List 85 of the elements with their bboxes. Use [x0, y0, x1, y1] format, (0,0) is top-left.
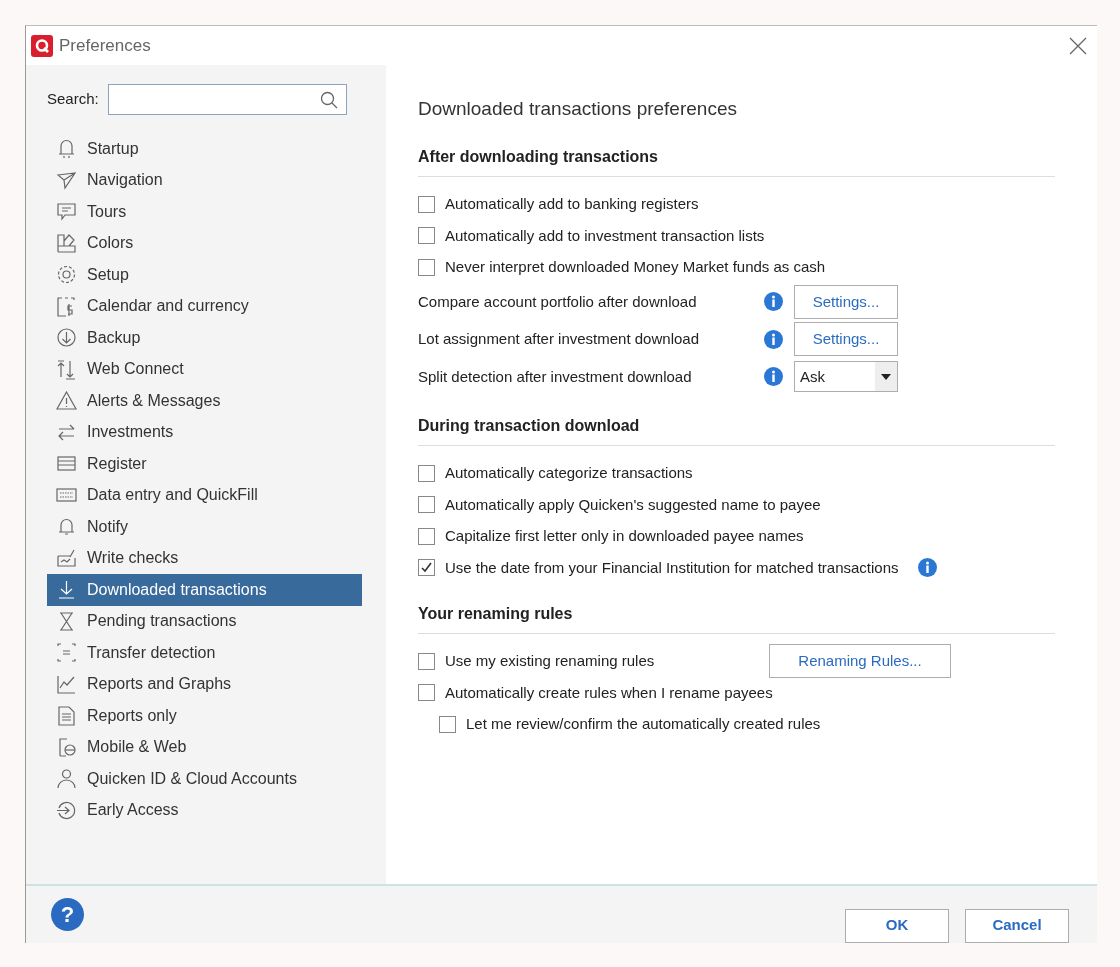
- sidebar-item[interactable]: Reports and Graphs: [47, 668, 362, 700]
- sidebar-item[interactable]: Navigation: [47, 164, 362, 196]
- settings-button[interactable]: Settings...: [794, 322, 898, 357]
- bell-icon: [56, 138, 77, 160]
- calendar-dollar-icon: [56, 295, 77, 317]
- sidebar-item[interactable]: Tours: [47, 196, 362, 228]
- setting-label: Split detection after investment download: [418, 366, 693, 387]
- checkbox[interactable]: [439, 715, 456, 733]
- info-icon[interactable]: [764, 329, 783, 349]
- sidebar-item[interactable]: Register: [47, 448, 362, 480]
- sidebar-item[interactable]: Quicken ID & Cloud Accounts: [47, 763, 362, 795]
- document-icon: [56, 705, 77, 727]
- bell-icon: [56, 516, 77, 538]
- sidebar-item[interactable]: Transfer detection: [47, 637, 362, 669]
- window-title: Preferences: [59, 34, 151, 57]
- sidebar-item[interactable]: Calendar and currency: [47, 290, 362, 322]
- cancel-button[interactable]: Cancel: [965, 908, 1069, 943]
- checkbox-label: Automatically create rules when I rename payees: [445, 682, 773, 703]
- checkbox[interactable]: [418, 195, 435, 213]
- up-down-arrows-icon: [56, 358, 77, 380]
- check-pen-icon: [56, 547, 77, 569]
- checkbox-label: Never interpret downloaded Money Market funds as cash: [445, 257, 826, 277]
- checkbox-label: Automatically categorize transactions: [445, 463, 693, 483]
- checkbox[interactable]: [418, 258, 435, 276]
- palette-icon: [56, 232, 77, 254]
- checkbox[interactable]: [418, 227, 435, 245]
- checkbox[interactable]: [418, 559, 435, 577]
- checkbox-label: Use the date from your Financial Institution for matched transactions: [445, 557, 899, 578]
- sidebar-item[interactable]: Write checks: [47, 542, 362, 574]
- sidebar-item[interactable]: Early Access: [47, 794, 362, 826]
- help-icon[interactable]: ?: [51, 898, 84, 931]
- search-field[interactable]: [108, 84, 347, 115]
- line-chart-icon: [56, 673, 77, 695]
- sidebar-item[interactable]: Investments: [47, 416, 362, 448]
- checkbox[interactable]: [418, 464, 435, 482]
- setting-label: Compare account portfolio after download: [418, 291, 698, 312]
- sidebar-item[interactable]: Notify: [47, 511, 362, 543]
- checkbox-label: Automatically add to banking registers: [445, 194, 699, 214]
- ok-button[interactable]: OK: [845, 908, 949, 943]
- search-icon: [320, 90, 338, 109]
- download-circle-icon: [56, 327, 77, 349]
- checkbox[interactable]: [418, 527, 435, 545]
- paper-plane-icon: [56, 169, 77, 191]
- sidebar-item[interactable]: Alerts & Messages: [47, 385, 362, 417]
- app-logo-icon: [31, 34, 53, 57]
- sidebar-item[interactable]: Web Connect: [47, 353, 362, 385]
- dropdown[interactable]: Ask: [794, 361, 898, 393]
- sidebar-item[interactable]: Downloaded transactions: [47, 574, 362, 606]
- sidebar-item[interactable]: Colors: [47, 227, 362, 259]
- info-icon[interactable]: [764, 367, 783, 387]
- checkbox[interactable]: [418, 496, 435, 514]
- download-icon: [56, 579, 77, 601]
- warning-icon: [56, 390, 77, 412]
- sidebar-item[interactable]: Data entry and QuickFill: [47, 479, 362, 511]
- section-title: After downloading transactions: [418, 144, 1055, 177]
- search-label: Search:: [47, 89, 100, 110]
- speech-bubble-icon: [56, 201, 77, 223]
- checkbox-label: Automatically add to investment transaction lists: [445, 225, 765, 246]
- sidebar-item[interactable]: Reports only: [47, 700, 362, 732]
- section-title: Your renaming rules: [418, 601, 1055, 634]
- checkbox-label: Let me review/confirm the automatically created rules: [466, 714, 821, 734]
- sidebar-item[interactable]: Mobile & Web: [47, 731, 362, 763]
- phone-icon: [56, 736, 77, 758]
- transfer-icon: [56, 642, 77, 664]
- checkbox[interactable]: [418, 652, 435, 670]
- dropdown-arrow-icon: [881, 373, 891, 380]
- sidebar-item[interactable]: Pending transactions: [47, 605, 362, 637]
- dropdown-value: Ask: [800, 366, 825, 387]
- setting-label: Lot assignment after investment download: [418, 329, 700, 349]
- checkbox-label: Automatically apply Quicken's suggested name to payee: [445, 494, 821, 515]
- renaming-rules-button[interactable]: Renaming Rules...: [769, 644, 951, 679]
- exit-icon: [56, 799, 77, 821]
- sidebar-item[interactable]: Setup: [47, 259, 362, 291]
- checkbox[interactable]: [418, 684, 435, 702]
- checkbox-label: Use my existing renaming rules: [445, 651, 655, 671]
- info-icon[interactable]: [917, 558, 937, 578]
- person-icon: [56, 768, 77, 790]
- checkbox-label: Capitalize first letter only in downloaded payee names: [445, 526, 804, 546]
- info-icon[interactable]: [764, 292, 783, 312]
- sidebar-item[interactable]: Startup: [47, 133, 362, 165]
- settings-button[interactable]: Settings...: [794, 284, 898, 319]
- section-title: During transaction download: [418, 413, 1055, 446]
- sidebar-item[interactable]: Backup: [47, 322, 362, 354]
- gear-icon: [56, 264, 77, 286]
- page-heading: Downloaded transactions preferences: [418, 97, 738, 121]
